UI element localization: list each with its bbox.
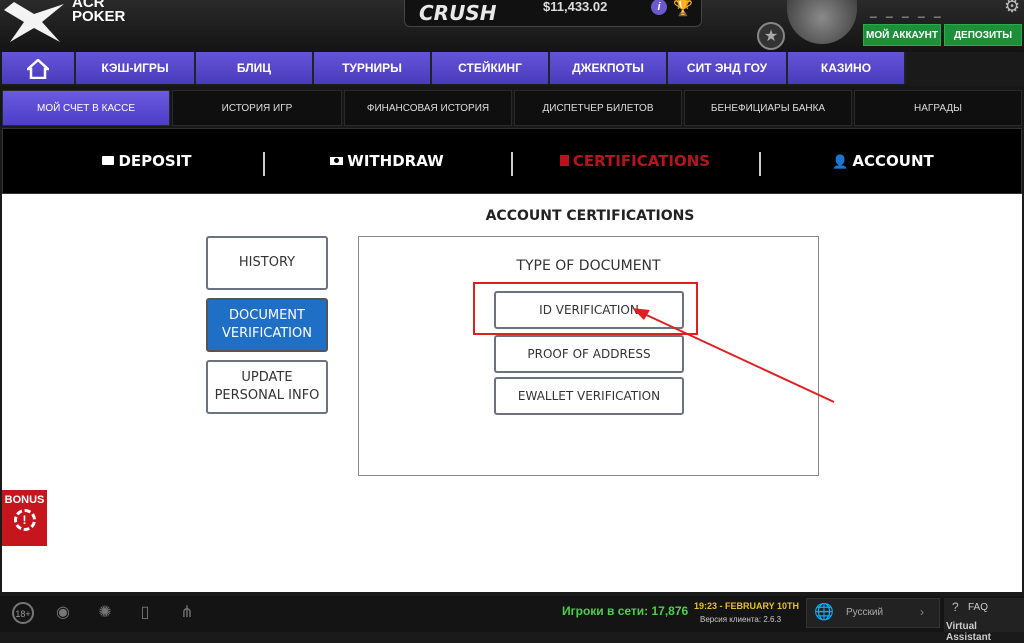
gear-icon[interactable]: ⚙ bbox=[1004, 0, 1020, 17]
bonus-label: BONUS bbox=[4, 494, 45, 506]
nav-casino[interactable]: КАЗИНО bbox=[788, 52, 906, 84]
tab-my-cashier-account[interactable]: МОЙ СЧЕТ В КАССЕ bbox=[2, 90, 170, 126]
chip-icon: ! bbox=[13, 509, 36, 531]
update-info-label-2: PERSONAL INFO bbox=[214, 388, 320, 403]
nav-sit-and-go[interactable]: СИТ ЭНД ГОУ bbox=[668, 52, 788, 84]
document-type-title: TYPE OF DOCUMENT bbox=[516, 258, 661, 274]
star-badge-icon[interactable]: ★ bbox=[757, 22, 785, 50]
tab-certifications-label: CERTIFICATIONS bbox=[572, 152, 711, 170]
balance-amount: $11,433.02 bbox=[543, 0, 608, 14]
age-18-icon: 18+ bbox=[12, 602, 34, 624]
virtual-assistant-link[interactable]: Virtual Assistant bbox=[946, 621, 1024, 643]
chip-logo-icon[interactable]: ◉ bbox=[50, 600, 76, 626]
cash-icon bbox=[330, 157, 344, 165]
tab-divider bbox=[263, 152, 265, 176]
tab-deposit[interactable]: DEPOSIT bbox=[40, 128, 254, 194]
tab-deposit-label: DEPOSIT bbox=[118, 152, 192, 170]
annotation-arrow-icon bbox=[632, 308, 835, 403]
document-verification-button[interactable]: DOCUMENT VERIFICATION bbox=[206, 298, 328, 352]
clock-datetime: 19:23 - FEBRUARY 10TH bbox=[694, 601, 800, 611]
document-verification-label-2: VERIFICATION bbox=[222, 326, 312, 341]
tab-rewards[interactable]: НАГРАДЫ bbox=[854, 90, 1022, 126]
trophy-icon[interactable]: 🏆 bbox=[673, 0, 693, 18]
nav-cash-games[interactable]: КЭШ-ИГРЫ bbox=[76, 52, 196, 84]
tab-certifications[interactable]: CERTIFICATIONS bbox=[528, 128, 742, 194]
tab-ticket-manager[interactable]: ДИСПЕТЧЕР БИЛЕТОВ bbox=[514, 90, 682, 126]
nav-tournaments[interactable]: ТУРНИРЫ bbox=[314, 52, 432, 84]
tab-account-label: ACCOUNT bbox=[852, 152, 934, 170]
document-verification-label-1: DOCUMENT bbox=[229, 308, 305, 323]
promo-banner[interactable]: CRUSH $11,433.02 i 🏆 bbox=[404, 0, 702, 27]
document-icon bbox=[559, 155, 569, 166]
tab-game-history[interactable]: ИСТОРИЯ ИГР bbox=[172, 90, 342, 126]
history-button-label: HISTORY bbox=[238, 255, 296, 270]
nav-blitz[interactable]: БЛИЦ bbox=[196, 52, 314, 84]
tab-withdraw[interactable]: WITHDRAW bbox=[280, 128, 494, 194]
tab-divider bbox=[759, 152, 761, 176]
tab-financial-history[interactable]: ФИНАНСОВАЯ ИСТОРИЯ bbox=[344, 90, 512, 126]
info-icon[interactable]: i bbox=[651, 0, 667, 15]
tab-withdraw-label: WITHDRAW bbox=[347, 152, 444, 170]
share-icon[interactable]: ⋔ bbox=[174, 600, 200, 626]
logo-text-line2: POKER bbox=[72, 8, 126, 25]
nav-jackpots[interactable]: ДЖЕКПОТЫ bbox=[550, 52, 668, 84]
my-account-button[interactable]: МОЙ АККАУНТ bbox=[863, 24, 941, 46]
nav-home[interactable] bbox=[2, 52, 76, 84]
update-personal-info-button[interactable]: UPDATE PERSONAL INFO bbox=[206, 360, 328, 414]
tab-account[interactable]: 👤 ACCOUNT bbox=[776, 128, 990, 194]
chevron-right-icon: › bbox=[920, 605, 924, 619]
card-icon bbox=[102, 156, 115, 165]
crush-logo: CRUSH bbox=[419, 1, 497, 25]
nav-staking[interactable]: СТЕЙКИНГ bbox=[432, 52, 550, 84]
language-label: Русский bbox=[846, 607, 884, 618]
deposit-button[interactable]: ДЕПОЗИТЫ bbox=[944, 24, 1022, 46]
client-version: Версия клиента: 2.6.3 bbox=[700, 615, 782, 624]
user-icon: 👤 bbox=[832, 155, 849, 170]
faq-link[interactable]: FAQ bbox=[968, 602, 988, 613]
account-name: _ _ _ _ _ bbox=[870, 4, 944, 18]
home-icon bbox=[24, 58, 52, 80]
mobile-icon[interactable]: ▯ bbox=[132, 600, 158, 626]
bonus-badge[interactable]: BONUS ! bbox=[2, 490, 47, 546]
seal-icon[interactable]: ✺ bbox=[92, 600, 118, 626]
history-button[interactable]: HISTORY bbox=[206, 236, 328, 290]
globe-icon: 🌐 bbox=[814, 604, 834, 621]
tab-bank-beneficiaries[interactable]: БЕНЕФИЦИАРЫ БАНКА bbox=[684, 90, 852, 126]
tab-divider bbox=[511, 152, 513, 176]
help-icon: ? bbox=[952, 600, 959, 614]
online-players: Игроки в сети: 17,876 bbox=[562, 604, 689, 618]
update-info-label-1: UPDATE bbox=[241, 370, 293, 385]
page-title: ACCOUNT CERTIFICATIONS bbox=[485, 208, 695, 224]
